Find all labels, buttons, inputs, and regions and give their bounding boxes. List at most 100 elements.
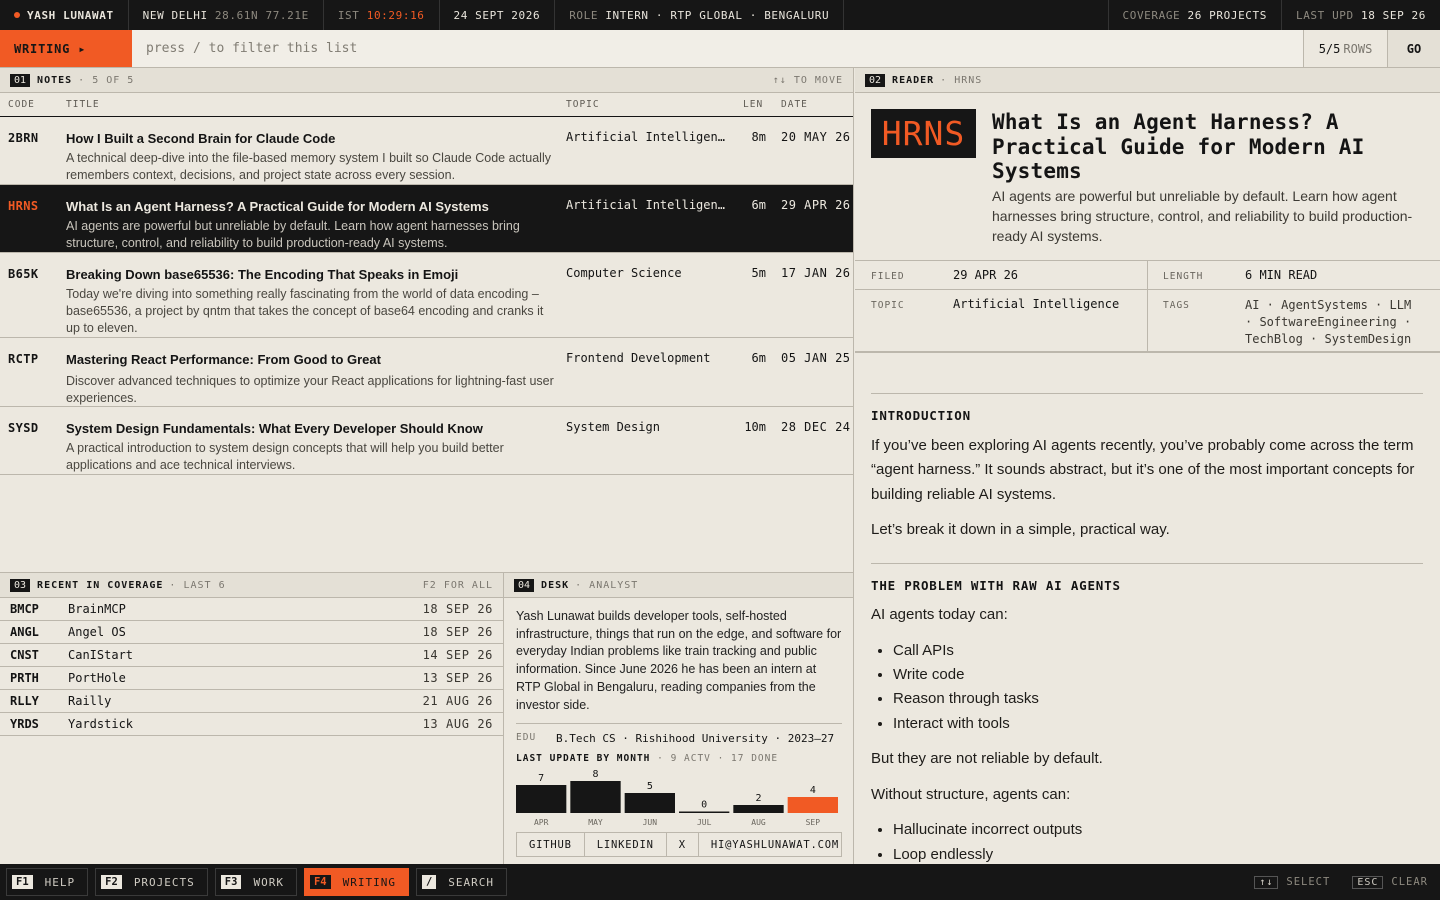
panel-title: NOTES bbox=[37, 74, 73, 86]
length-value: 6 MIN READ bbox=[1245, 268, 1318, 282]
mode-indicator[interactable]: WRITING ▸ bbox=[0, 30, 132, 67]
list-item[interactable]: BMCP BrainMCP 18 SEP 26 bbox=[0, 598, 503, 621]
paragraph: But they are not reliable by default. bbox=[871, 750, 1103, 768]
note-date: 28 DEC 24 bbox=[781, 420, 851, 434]
list-item[interactable]: YRDS Yardstick 13 AUG 26 bbox=[0, 713, 503, 736]
table-row[interactable]: SYSD System Design Fundamentals: What Ev… bbox=[0, 407, 853, 475]
list-item[interactable]: RLLY Railly 21 AUG 26 bbox=[0, 690, 503, 713]
clock-segment: IST 10:29:16 bbox=[324, 0, 440, 30]
chart-bar-jun bbox=[624, 793, 675, 813]
go-button[interactable]: GO bbox=[1387, 30, 1440, 67]
clear-hint: CLEAR bbox=[1391, 876, 1428, 888]
writing-key-button[interactable]: F4 WRITING bbox=[303, 868, 409, 896]
table-row[interactable]: 2BRN How I Built a Second Brain for Clau… bbox=[0, 117, 853, 185]
analyst-bio: Yash Lunawat builds developer tools, sel… bbox=[516, 609, 842, 712]
list-item[interactable]: PRTH PortHole 13 SEP 26 bbox=[0, 667, 503, 690]
location-segment: NEW DELHI 28.61N 77.21E bbox=[129, 0, 324, 30]
project-code: BMCP bbox=[10, 602, 39, 616]
key-label: SEARCH bbox=[448, 875, 495, 889]
notes-column-headers: CODE TITLE TOPIC LEN DATE bbox=[0, 93, 853, 117]
row-count: 5/5 ROWS bbox=[1303, 30, 1387, 67]
list-item: Write code bbox=[893, 663, 1423, 687]
column-length[interactable]: LEN bbox=[743, 99, 763, 110]
work-key-button[interactable]: F3 WORK bbox=[214, 868, 297, 896]
current-date: 24 SEPT 2026 bbox=[453, 8, 541, 22]
linkedin-link[interactable]: LINKEDIN bbox=[585, 833, 667, 856]
chart-bar-aug bbox=[733, 805, 784, 813]
last-update-segment: LAST UPD 18 SEP 26 bbox=[1282, 0, 1440, 30]
note-topic: Computer Science bbox=[566, 266, 682, 280]
table-row[interactable]: B65K Breaking Down base65536: The Encodi… bbox=[0, 253, 853, 338]
projects-key-button[interactable]: F2 PROJECTS bbox=[95, 868, 208, 896]
chart-subtitle: · 9 ACTV · 17 DONE bbox=[657, 753, 779, 764]
coverage-segment: COVERAGE 26 PROJECTS bbox=[1109, 0, 1282, 30]
role-value: INTERN · RTP GLOBAL · BENGALURU bbox=[605, 8, 830, 22]
panel-subtitle: · HRNS bbox=[940, 74, 983, 86]
article-body: INTRODUCTION If you’ve been exploring AI… bbox=[871, 393, 1423, 864]
list-item[interactable]: ANGL Angel OS 18 SEP 26 bbox=[0, 621, 503, 644]
project-date: 21 AUG 26 bbox=[422, 694, 493, 708]
article-title: What Is an Agent Harness? A Practical Gu… bbox=[992, 110, 1365, 183]
command-bar: WRITING ▸ 5/5ROWS GO bbox=[0, 30, 1440, 68]
note-topic: System Design bbox=[566, 420, 660, 434]
key-cap: F2 bbox=[101, 875, 122, 889]
chart-value-label: 5 bbox=[647, 781, 653, 792]
note-title: What Is an Agent Harness? A Practical Gu… bbox=[66, 199, 489, 214]
table-row[interactable]: RCTP Mastering React Performance: From G… bbox=[0, 338, 853, 407]
article-description: AI agents are powerful but unreliable by… bbox=[992, 188, 1413, 244]
timezone-label: IST bbox=[337, 8, 360, 22]
city: NEW DELHI bbox=[142, 8, 208, 22]
column-code[interactable]: CODE bbox=[8, 99, 35, 110]
row-count-label: ROWS bbox=[1343, 41, 1373, 56]
key-label: WRITING bbox=[342, 875, 396, 889]
key-cap: F1 bbox=[12, 875, 33, 889]
project-name: PortHole bbox=[68, 671, 126, 685]
github-link[interactable]: GITHUB bbox=[517, 833, 585, 856]
column-date[interactable]: DATE bbox=[781, 99, 808, 110]
search-key-button[interactable]: / SEARCH bbox=[415, 868, 508, 896]
project-code: YRDS bbox=[10, 717, 39, 731]
key-cap: F4 bbox=[309, 875, 331, 889]
clear-key-cap: ESC bbox=[1352, 875, 1384, 889]
panel-number: 04 bbox=[514, 578, 535, 592]
select-hint: SELECT bbox=[1286, 876, 1331, 888]
tags-value: AI · AgentSystems · LLM · SoftwareEngine… bbox=[1245, 298, 1412, 346]
panel-number: 03 bbox=[10, 578, 31, 592]
panel-title: READER bbox=[892, 74, 935, 86]
coverage-value: 26 PROJECTS bbox=[1187, 8, 1267, 22]
list-item: Reason through tasks bbox=[893, 687, 1423, 711]
x-link[interactable]: X bbox=[667, 833, 699, 856]
column-title[interactable]: TITLE bbox=[66, 99, 100, 110]
section-heading: INTRODUCTION bbox=[871, 393, 1423, 429]
bullet-list: Call APIs Write code Reason through task… bbox=[893, 639, 1423, 737]
project-date: 18 SEP 26 bbox=[422, 625, 493, 639]
list-item: Call APIs bbox=[893, 639, 1423, 663]
table-row-selected[interactable]: HRNS What Is an Agent Harness? A Practic… bbox=[0, 185, 853, 253]
project-code: CNST bbox=[10, 648, 39, 662]
help-key-button[interactable]: F1 HELP bbox=[6, 868, 89, 896]
reader-panel: 02 READER · HRNS HRNS What Is an Agent H… bbox=[855, 68, 1440, 864]
chart-category-label: AUG bbox=[751, 818, 766, 827]
desk-panel-header: 04 DESK · ANALYST bbox=[504, 573, 853, 598]
note-code: 2BRN bbox=[8, 131, 39, 145]
tags-label: TAGS bbox=[1163, 300, 1190, 311]
note-date: 29 APR 26 bbox=[781, 198, 851, 212]
project-name: CanIStart bbox=[68, 648, 134, 662]
note-topic: Frontend Development bbox=[566, 351, 711, 365]
meta-divider bbox=[1147, 261, 1148, 352]
chart-category-label: JUN bbox=[643, 818, 658, 827]
panel-hint: F2 FOR ALL bbox=[422, 579, 493, 591]
filter-input[interactable] bbox=[132, 30, 1303, 67]
chart-category-label: JUL bbox=[697, 818, 712, 827]
email-link[interactable]: HI@YASHLUNAWAT.COM bbox=[699, 833, 851, 856]
role-segment: ROLE INTERN · RTP GLOBAL · BENGALURU bbox=[555, 0, 845, 30]
note-title: How I Built a Second Brain for Claude Co… bbox=[66, 131, 336, 146]
chart-value-label: 0 bbox=[701, 800, 707, 811]
notes-panel: 01 NOTES · 5 OF 5 ↑↓ TO MOVE CODE TITLE … bbox=[0, 68, 854, 572]
list-item[interactable]: CNST CanIStart 14 SEP 26 bbox=[0, 644, 503, 667]
column-topic[interactable]: TOPIC bbox=[566, 99, 600, 110]
note-date: 05 JAN 25 bbox=[781, 351, 851, 365]
paragraph: Let’s break it down in a simple, practic… bbox=[871, 521, 1170, 538]
education-label: EDU bbox=[516, 732, 537, 743]
note-length: 10m bbox=[744, 420, 766, 434]
